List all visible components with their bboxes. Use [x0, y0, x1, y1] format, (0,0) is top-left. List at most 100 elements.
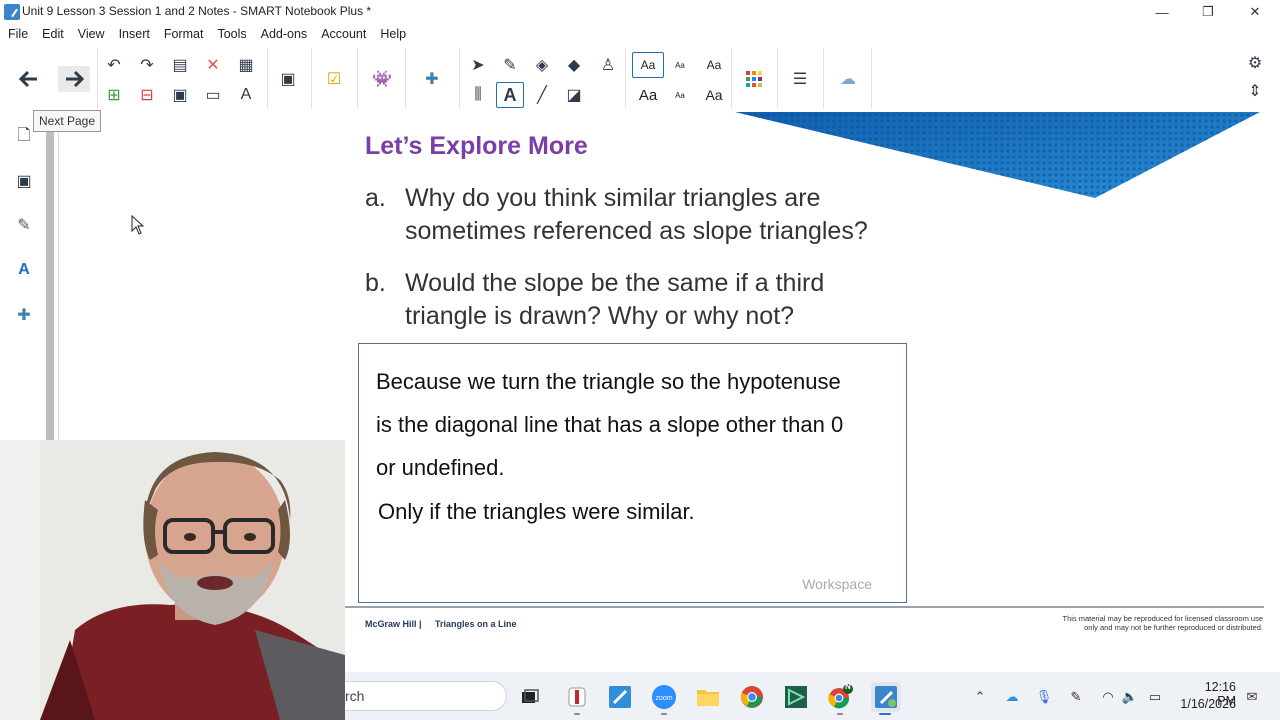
volume-tray[interactable]: 🔈	[1121, 688, 1139, 706]
taskbar-app-smart-learning[interactable]	[783, 684, 809, 710]
display-button[interactable]: ▣	[274, 66, 302, 92]
text-style-aa-medium[interactable]: Aa	[700, 52, 728, 78]
notebook-pen-icon	[609, 686, 631, 708]
screen-shade-button[interactable]: ▭	[199, 82, 227, 108]
attachments-tab[interactable]: ✎	[12, 214, 36, 236]
taskbar-search-box[interactable]: rch	[345, 681, 507, 711]
taskbar-app-file-explorer[interactable]	[695, 684, 721, 710]
menu-edit[interactable]: Edit	[42, 27, 64, 41]
table-button[interactable]: ▦	[232, 52, 260, 78]
properties-tab[interactable]: A	[12, 259, 36, 281]
footer-notice-line2: only and may not be further reproduced o…	[1084, 623, 1263, 632]
workspace-label: Workspace	[802, 576, 872, 592]
text-style-aa-medium-2[interactable]: Aa	[700, 82, 728, 108]
shapes-tool-button[interactable]: ◈	[528, 52, 556, 78]
display-group: ▣	[270, 48, 312, 108]
taskbar-app-notebook[interactable]	[607, 684, 633, 710]
eraser-tool-button[interactable]: ◪	[560, 82, 588, 108]
question-a-line2: sometimes referenced as slope triangles?	[405, 217, 868, 245]
maximize-button[interactable]: ❐	[1185, 0, 1231, 24]
previous-page-button[interactable]	[14, 66, 44, 92]
gallery-tab[interactable]: ▣	[12, 170, 36, 192]
object-properties-button[interactable]: ☁	[834, 66, 862, 92]
measurement-tools-icon: A	[240, 86, 252, 103]
question-a-line1: Why do you think similar triangles are	[405, 184, 821, 212]
pen-tool-button[interactable]: ✎	[496, 52, 524, 78]
menu-format[interactable]: Format	[164, 27, 204, 41]
add-ons-tab[interactable]: ✚	[12, 304, 36, 326]
answer-b-text[interactable]: Only if the triangles were similar.	[378, 499, 695, 525]
arrow-right-icon	[66, 70, 84, 88]
presenter-webcam-video	[0, 440, 345, 720]
text-style-aa-small[interactable]: Aa	[666, 52, 694, 78]
svg-text:zoom: zoom	[655, 695, 672, 702]
up-down-arrows-icon: ⇕	[1248, 83, 1262, 100]
battery-tray[interactable]: ▭	[1146, 688, 1164, 706]
onedrive-tray[interactable]: ☁	[1003, 688, 1021, 706]
taskbar-app-smart-notebook[interactable]	[871, 682, 901, 712]
diagonal-line-icon: ╱	[537, 87, 547, 104]
show-hidden-icons-button[interactable]: ⌃	[971, 688, 989, 706]
add-ons-button[interactable]: ✚	[418, 66, 446, 92]
microphone-tray[interactable]: 🎙	[1035, 688, 1053, 706]
taskbar-app-chrome[interactable]	[739, 684, 765, 710]
delete-page-button[interactable]: ⊟	[133, 82, 161, 108]
question-b-line1: Would the slope be the same if a third	[405, 269, 825, 297]
clock-date[interactable]: 1/16/2026	[1178, 697, 1236, 711]
clipboard-icon: ▤	[172, 57, 188, 74]
measurement-tools-button[interactable]: A	[232, 82, 260, 108]
answer-workspace-box[interactable]: Because we turn the triangle so the hypo…	[358, 343, 907, 603]
line-tool-button[interactable]: ╱	[528, 82, 556, 108]
notifications-button[interactable]: ✉	[1243, 688, 1261, 706]
wifi-tray[interactable]: ◠	[1099, 688, 1117, 706]
text-tool-button[interactable]: A	[496, 82, 524, 108]
delete-button[interactable]: ✕	[199, 52, 227, 78]
text-style-aa-large-2[interactable]: Aa	[632, 82, 664, 108]
table-icon: ▦	[238, 57, 254, 74]
menu-tools[interactable]: Tools	[217, 27, 246, 41]
menu-bar: File Edit View Insert Format Tools Add-o…	[0, 24, 1280, 44]
pen-menu-tray[interactable]: ✎	[1067, 688, 1085, 706]
taskbar-app-chrome-profile[interactable]: N	[827, 682, 853, 710]
menu-file[interactable]: File	[8, 27, 28, 41]
select-tool-button[interactable]: ➤	[464, 52, 492, 78]
smart-notebook-window: Unit 9 Lesson 3 Session 1 and 2 Notes - …	[0, 0, 1280, 720]
taskbar-app-zoom[interactable]: zoom	[651, 684, 677, 710]
menu-view[interactable]: View	[78, 27, 105, 41]
line-style-button[interactable]: ☰	[786, 66, 814, 92]
minimize-button[interactable]: —	[1139, 0, 1185, 24]
save-button[interactable]: ▣	[166, 82, 194, 108]
add-page-button[interactable]: ⊞	[100, 82, 128, 108]
page-nav-group	[2, 48, 98, 108]
save-icon: ▣	[172, 87, 188, 104]
redo-button[interactable]: ↷	[133, 52, 161, 78]
lines-tool-button[interactable]: ⫼	[464, 82, 492, 108]
title-bar: Unit 9 Lesson 3 Session 1 and 2 Notes - …	[0, 0, 1280, 24]
menu-help[interactable]: Help	[380, 27, 406, 41]
close-button[interactable]: ✕	[1232, 0, 1278, 24]
menu-insert[interactable]: Insert	[119, 27, 150, 41]
taskbar-app-smart-ink[interactable]	[564, 684, 590, 710]
magic-pen-icon: ♙	[600, 57, 616, 74]
paste-button[interactable]: ▤	[166, 52, 194, 78]
menu-add-ons[interactable]: Add-ons	[261, 27, 308, 41]
toolbar-position-button[interactable]: ⇕	[1241, 78, 1269, 104]
task-view-button[interactable]	[517, 684, 543, 710]
smart-lab-button[interactable]: 👾	[368, 66, 396, 92]
activity-builder-button[interactable]: ☑	[320, 66, 348, 92]
menu-account[interactable]: Account	[321, 27, 366, 41]
undo-button[interactable]: ↶	[100, 52, 128, 78]
lab-group: 👾	[360, 48, 406, 108]
text-style-aa-small-2[interactable]: Aa	[666, 82, 694, 108]
answer-a-text[interactable]: Because we turn the triangle so the hypo…	[376, 360, 906, 489]
color-palette-button[interactable]	[740, 66, 768, 92]
magic-pen-button[interactable]: ♙	[594, 52, 622, 78]
eraser-icon: ◪	[566, 87, 582, 104]
fill-tool-button[interactable]: ◆	[560, 52, 588, 78]
delete-page-icon: ⊟	[140, 87, 154, 104]
text-style-aa-large[interactable]: Aa	[632, 52, 664, 78]
smart-learning-icon	[785, 686, 807, 708]
running-indicator	[837, 713, 843, 715]
settings-button[interactable]: ⚙	[1241, 50, 1269, 76]
next-page-button[interactable]	[58, 66, 90, 92]
